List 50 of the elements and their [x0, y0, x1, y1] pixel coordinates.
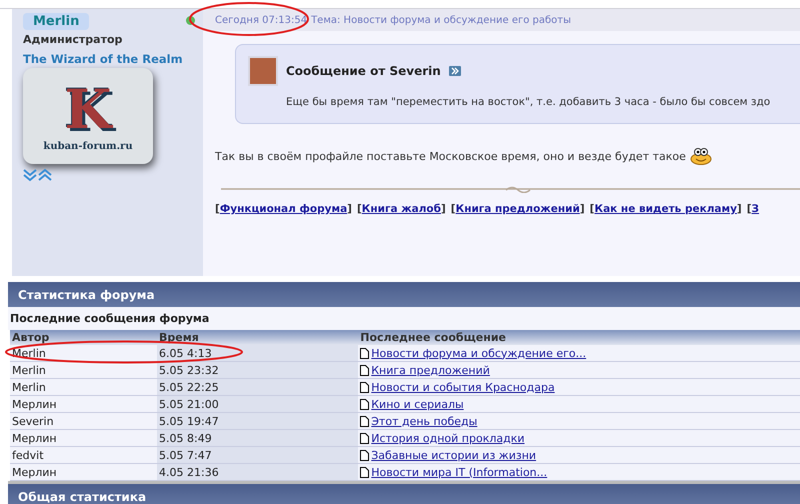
- quote-title: Сообщение от Severin: [286, 64, 441, 78]
- logo-letter: K: [64, 80, 112, 136]
- topic-link[interactable]: Этот день победы: [371, 414, 478, 428]
- logo-site: kuban-forum.ru: [43, 140, 133, 152]
- bracket: [: [356, 203, 362, 215]
- post-text: Так вы в своём профайле поставьте Московское время, оно и везде будет такое: [215, 150, 686, 162]
- smiley-icon: [690, 147, 712, 165]
- section-header: Общая статистика: [8, 484, 800, 504]
- footer-link[interactable]: Книга предложений: [456, 203, 580, 215]
- forward-icon[interactable]: [448, 66, 461, 76]
- table-cell: Severin: [10, 412, 158, 430]
- table-cell: 5.05 8:49: [157, 430, 358, 446]
- post-date: Сегодня 07:13:54: [215, 14, 308, 26]
- footer-link[interactable]: Функционал форума: [220, 203, 348, 215]
- bracket: [: [215, 203, 220, 215]
- table-cell: Мерлин: [10, 430, 158, 446]
- table-cell: 5.05 7:47: [157, 446, 358, 464]
- bracket: ]: [440, 203, 446, 215]
- table-cell: 6.05 4:13: [157, 345, 358, 362]
- section-subtitle: Последние сообщения форума: [8, 307, 800, 330]
- user-rank: Администратор: [23, 33, 122, 46]
- quote-text: Еще бы время там "переместить на восток", т.е. добавить 3 часа - было бы совсем здо: [286, 96, 772, 108]
- chevrons-icon[interactable]: [23, 168, 53, 182]
- table-cell: 5.05 23:32: [157, 362, 358, 378]
- table-cell: Merlin: [10, 345, 158, 362]
- column-header: Последнее сообщение: [358, 330, 800, 345]
- table-cell: fedvit: [10, 446, 158, 464]
- table-cell: Мерлин: [10, 396, 158, 412]
- bracket: ]: [347, 203, 352, 215]
- bracket: ]: [736, 203, 742, 215]
- bracket: [: [590, 203, 594, 215]
- bracket: ]: [580, 203, 585, 215]
- bracket: [: [746, 203, 752, 215]
- topic-link[interactable]: Кино и сериалы: [371, 398, 464, 410]
- table-cell: Мерлин: [10, 464, 158, 480]
- section-header: Статистика форума: [8, 282, 800, 307]
- footer-link[interactable]: Как не видеть рекламу: [594, 203, 737, 215]
- table-cell: 4.05 21:36: [157, 464, 358, 480]
- table-cell: 5.05 21:00: [157, 396, 358, 412]
- bracket: [: [450, 203, 456, 215]
- photo-placeholder: [248, 56, 278, 86]
- table-cell: 5.05 19:47: [157, 412, 358, 430]
- table-cell: Merlin: [10, 378, 158, 396]
- post-topic: Тема: Новости форума и обсуждение его работы: [311, 14, 571, 26]
- column-header: Время: [157, 330, 358, 345]
- footer-link[interactable]: Книга жалоб: [362, 203, 441, 215]
- footer-link[interactable]: З: [752, 203, 760, 215]
- table-cell: Merlin: [10, 362, 158, 378]
- table-cell: 5.05 22:25: [157, 378, 358, 396]
- user-title: The Wizard of the Realm: [23, 52, 183, 66]
